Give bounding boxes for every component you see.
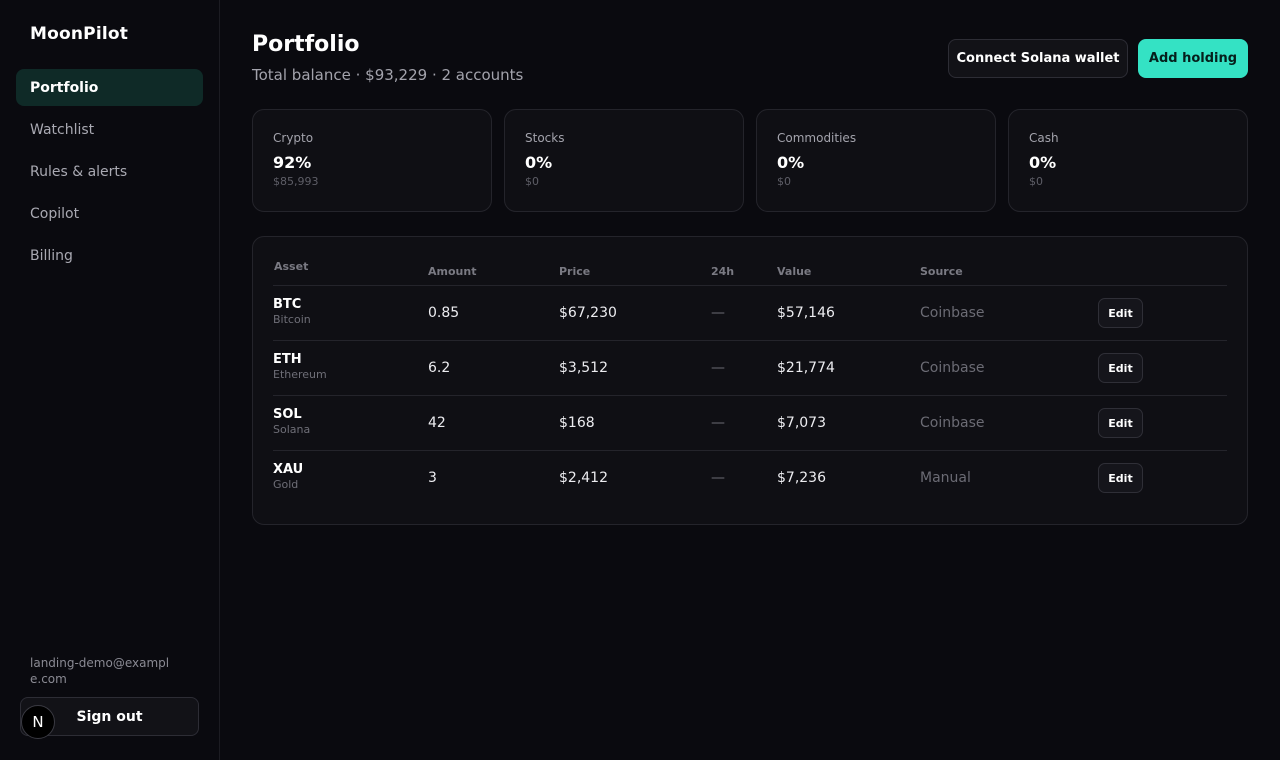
total-balance-summary: Total balance · $93,229 · 2 accounts (252, 66, 524, 84)
allocation-amount: $85,993 (273, 175, 319, 188)
asset-cell: SOL Solana (273, 407, 310, 436)
price-cell: $168 (559, 415, 595, 431)
allocation-amount: $0 (1029, 175, 1043, 188)
amount-cell: 42 (428, 415, 446, 431)
allocation-card-commodities: Commodities 0% $0 (756, 109, 996, 212)
amount-cell: 3 (428, 470, 437, 486)
value-cell: $7,236 (777, 470, 826, 486)
allocation-percent: 92% (273, 153, 312, 172)
sidebar-item-copilot[interactable]: Copilot (16, 195, 203, 232)
allocation-card-cash: Cash 0% $0 (1008, 109, 1248, 212)
table-row[interactable]: SOL Solana 42 $168 — $7,073 Coinbase Edi… (273, 396, 1227, 451)
source-cell: Manual (920, 470, 971, 486)
asset-symbol: XAU (273, 462, 304, 477)
column-header-asset: Asset (274, 260, 309, 273)
value-cell: $21,774 (777, 360, 835, 376)
table-row[interactable]: BTC Bitcoin 0.85 $67,230 — $57,146 Coinb… (273, 286, 1227, 341)
change-24h-cell: — (711, 305, 725, 321)
source-cell: Coinbase (920, 360, 985, 376)
price-cell: $67,230 (559, 305, 617, 321)
value-cell: $57,146 (777, 305, 835, 321)
edit-button[interactable]: Edit (1098, 353, 1143, 383)
page-title: Portfolio (252, 32, 360, 57)
allocation-percent: 0% (1029, 153, 1057, 172)
column-header-amount: Amount (428, 265, 477, 278)
amount-cell: 0.85 (428, 305, 460, 321)
price-cell: $2,412 (559, 470, 608, 486)
asset-name: Bitcoin (273, 313, 311, 326)
sidebar-item-watchlist[interactable]: Watchlist (16, 111, 203, 148)
asset-symbol: BTC (273, 297, 302, 312)
change-24h-cell: — (711, 415, 725, 431)
allocation-cards: Crypto 92% $85,993 Stocks 0% $0 Commodit… (252, 109, 1248, 212)
asset-cell: ETH Ethereum (273, 352, 327, 381)
amount-cell: 6.2 (428, 360, 451, 376)
source-cell: Coinbase (920, 305, 985, 321)
allocation-card-crypto: Crypto 92% $85,993 (252, 109, 492, 212)
sidebar-item-rules-alerts[interactable]: Rules & alerts (16, 153, 203, 190)
table-row[interactable]: XAU Gold 3 $2,412 — $7,236 Manual Edit (273, 451, 1227, 506)
edit-button[interactable]: Edit (1098, 298, 1143, 328)
sidebar-nav: Portfolio Watchlist Rules & alerts Copil… (16, 69, 203, 279)
holdings-table: Asset Amount Price 24h Value Source BTC … (252, 236, 1248, 525)
user-email: landing-demo@example.com (30, 656, 170, 686)
asset-name: Gold (273, 478, 299, 491)
allocation-label: Commodities (777, 131, 857, 145)
asset-symbol: SOL (273, 407, 302, 422)
column-header-value: Value (777, 265, 812, 278)
allocation-card-stocks: Stocks 0% $0 (504, 109, 744, 212)
allocation-label: Crypto (273, 131, 314, 145)
asset-name: Solana (273, 423, 311, 436)
add-holding-button[interactable]: Add holding (1138, 39, 1248, 78)
source-cell: Coinbase (920, 415, 985, 431)
value-cell: $7,073 (777, 415, 826, 431)
column-header-24h: 24h (711, 265, 735, 278)
asset-symbol: ETH (273, 352, 302, 367)
sidebar-item-billing[interactable]: Billing (16, 237, 203, 274)
sidebar: MoonPilot Portfolio Watchlist Rules & al… (0, 0, 220, 760)
brand-logo[interactable]: MoonPilot (30, 24, 128, 44)
allocation-label: Stocks (525, 131, 565, 145)
edit-button[interactable]: Edit (1098, 463, 1143, 493)
asset-name: Ethereum (273, 368, 327, 381)
change-24h-cell: — (711, 470, 725, 486)
connect-solana-wallet-button[interactable]: Connect Solana wallet (948, 39, 1128, 78)
asset-cell: BTC Bitcoin (273, 297, 311, 326)
column-header-source: Source (920, 265, 963, 278)
change-24h-cell: — (711, 360, 725, 376)
table-row[interactable]: ETH Ethereum 6.2 $3,512 — $21,774 Coinba… (273, 341, 1227, 396)
allocation-percent: 0% (525, 153, 553, 172)
allocation-percent: 0% (777, 153, 805, 172)
asset-cell: XAU Gold (273, 462, 303, 491)
column-header-price: Price (559, 265, 591, 278)
sidebar-item-portfolio[interactable]: Portfolio (16, 69, 203, 106)
framework-badge-icon[interactable]: N (21, 705, 55, 739)
price-cell: $3,512 (559, 360, 608, 376)
allocation-label: Cash (1029, 131, 1059, 145)
allocation-amount: $0 (525, 175, 539, 188)
allocation-amount: $0 (777, 175, 791, 188)
edit-button[interactable]: Edit (1098, 408, 1143, 438)
